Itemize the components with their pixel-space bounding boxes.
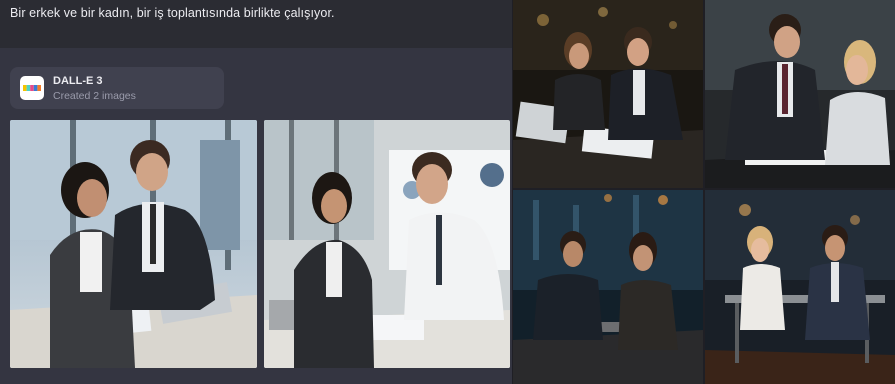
prompt-message: Bir erkek ve bir kadın, bir iş toplantıs… xyxy=(0,0,512,48)
generated-image-1[interactable] xyxy=(10,120,257,368)
reference-photo-4 xyxy=(705,190,895,384)
reference-photo-3 xyxy=(513,190,703,384)
dalle-tool-card[interactable]: DALL-E 3 Created 2 images xyxy=(10,67,224,109)
chat-panel: Bir erkek ve bir kadın, bir iş toplantıs… xyxy=(0,0,512,384)
reference-photo-1 xyxy=(513,0,703,188)
reference-photo-2 xyxy=(705,0,895,188)
generated-image-2[interactable] xyxy=(264,120,510,368)
dalle-name: DALL-E 3 xyxy=(53,75,103,87)
dalle-logo-icon xyxy=(20,76,44,100)
prompt-text: Bir erkek ve bir kadın, bir iş toplantıs… xyxy=(10,6,335,20)
dalle-subtitle: Created 2 images xyxy=(53,90,136,102)
